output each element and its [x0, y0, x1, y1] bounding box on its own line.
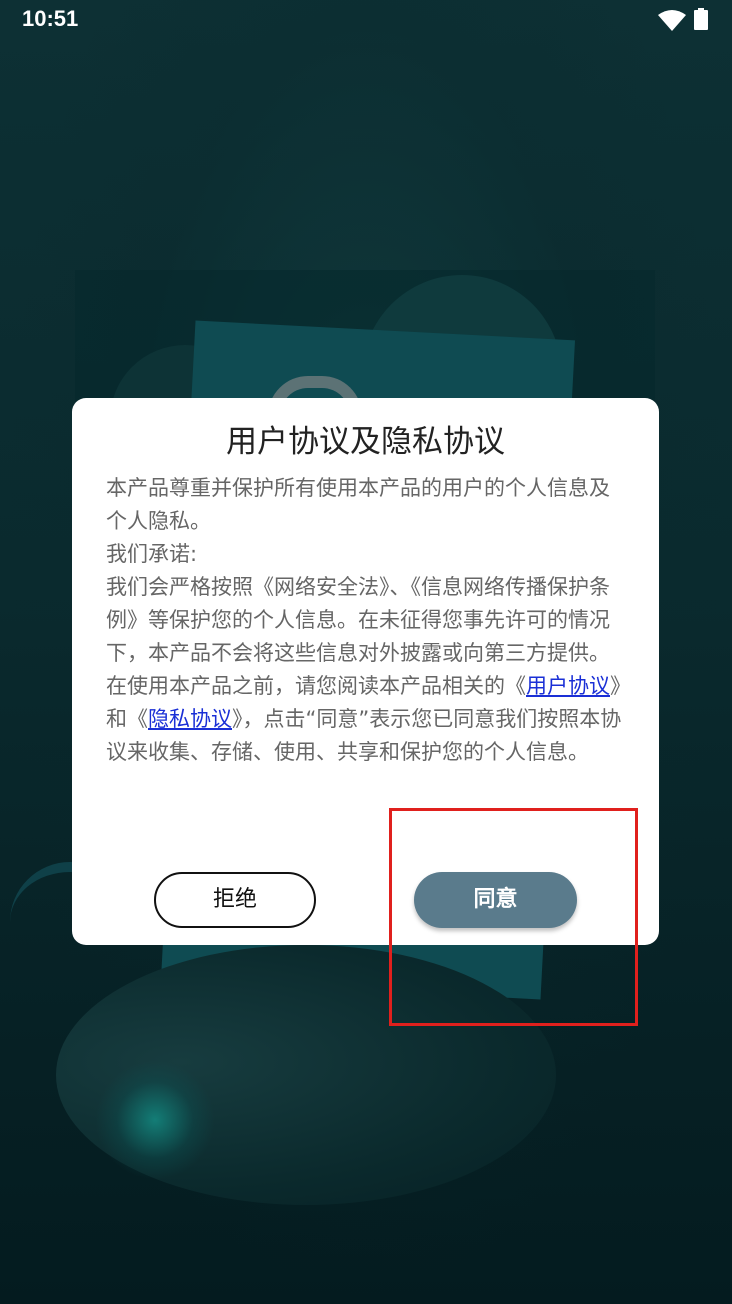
dialog-title: 用户协议及隐私协议	[226, 424, 505, 460]
status-bar: 10:51	[0, 0, 732, 40]
dialog-paragraph: 本产品尊重并保护所有使用本产品的用户的个人信息及个人隐私。	[106, 476, 610, 533]
wifi-icon	[658, 10, 686, 31]
user-agreement-link[interactable]: 用户协议	[526, 674, 610, 698]
screen: 10:51 用户协议及隐私协议 本产品尊重并保护所有使用本产品的用户的个人信息及…	[0, 0, 732, 1304]
dialog-paragraph: 在使用本产品之前，请您阅读本产品相关的《用户协议》和《隐私协议》，点击“同意”表…	[106, 670, 630, 769]
dialog-paragraph: 我们会严格按照《网络安全法》、《信息网络传播保护条例》等保护您的个人信息。在未征…	[106, 575, 610, 665]
refuse-button[interactable]: 拒绝	[154, 872, 316, 928]
background-glow	[95, 1060, 215, 1180]
privacy-agreement-link[interactable]: 隐私协议	[148, 707, 232, 731]
highlight-box	[389, 808, 638, 1026]
dialog-body: 本产品尊重并保护所有使用本产品的用户的个人信息及个人隐私。 我们承诺: 我们会严…	[106, 472, 630, 769]
dialog-paragraph: 我们承诺:	[106, 542, 198, 566]
paragraph-text: 在使用本产品之前，请您阅读本产品相关的《	[106, 674, 526, 698]
status-time: 10:51	[22, 6, 79, 31]
battery-icon	[694, 8, 708, 30]
